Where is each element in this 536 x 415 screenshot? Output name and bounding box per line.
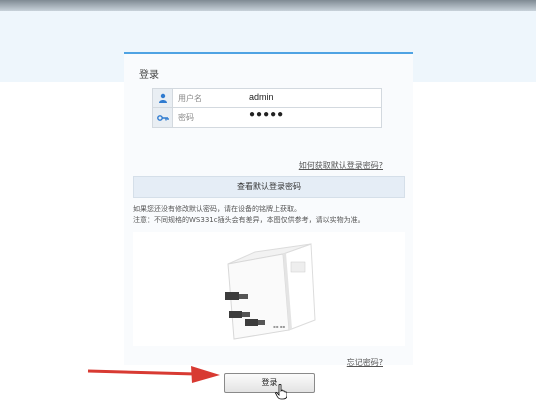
hand-cursor-icon [275, 384, 287, 400]
username-field[interactable]: 用户名 admin [152, 88, 382, 108]
default-password-help-link[interactable]: 如何获取默认登录密码? [299, 160, 383, 171]
login-panel: 登录 用户名 admin 密码 ●●●●● 如何获取默认登录密码? 查看默认登录… [124, 52, 413, 368]
password-field[interactable]: 密码 ●●●●● [152, 108, 382, 128]
panel-title: 登录 [139, 70, 159, 81]
notice-line-2: 注意：不同规格的WS331c插头会有差异，本图仅供参考，请以实物为准。 [133, 216, 365, 224]
device-nameplate-image: ▪▪ ▪▪ [133, 232, 405, 346]
login-submit-button[interactable]: 登录 [224, 373, 315, 393]
show-default-password-button[interactable]: 查看默认登录密码 [133, 176, 405, 198]
password-label: 密码 [178, 113, 194, 122]
password-value[interactable]: ●●●●● [249, 109, 284, 120]
username-value[interactable]: admin [249, 92, 274, 102]
window-edge [0, 0, 536, 11]
forgot-password-link[interactable]: 忘记密码? [347, 357, 383, 368]
notice-text: 如果您还没有修改默认密码，请在设备的铭牌上获取。 注意：不同规格的WS331c插… [133, 204, 405, 226]
svg-text:▪▪ ▪▪: ▪▪ ▪▪ [273, 324, 285, 329]
username-label: 用户名 [178, 94, 202, 103]
user-icon [153, 89, 173, 107]
red-arrow-annotation [87, 366, 220, 383]
key-icon [153, 108, 173, 127]
notice-line-1: 如果您还没有修改默认密码，请在设备的铭牌上获取。 [133, 205, 301, 213]
